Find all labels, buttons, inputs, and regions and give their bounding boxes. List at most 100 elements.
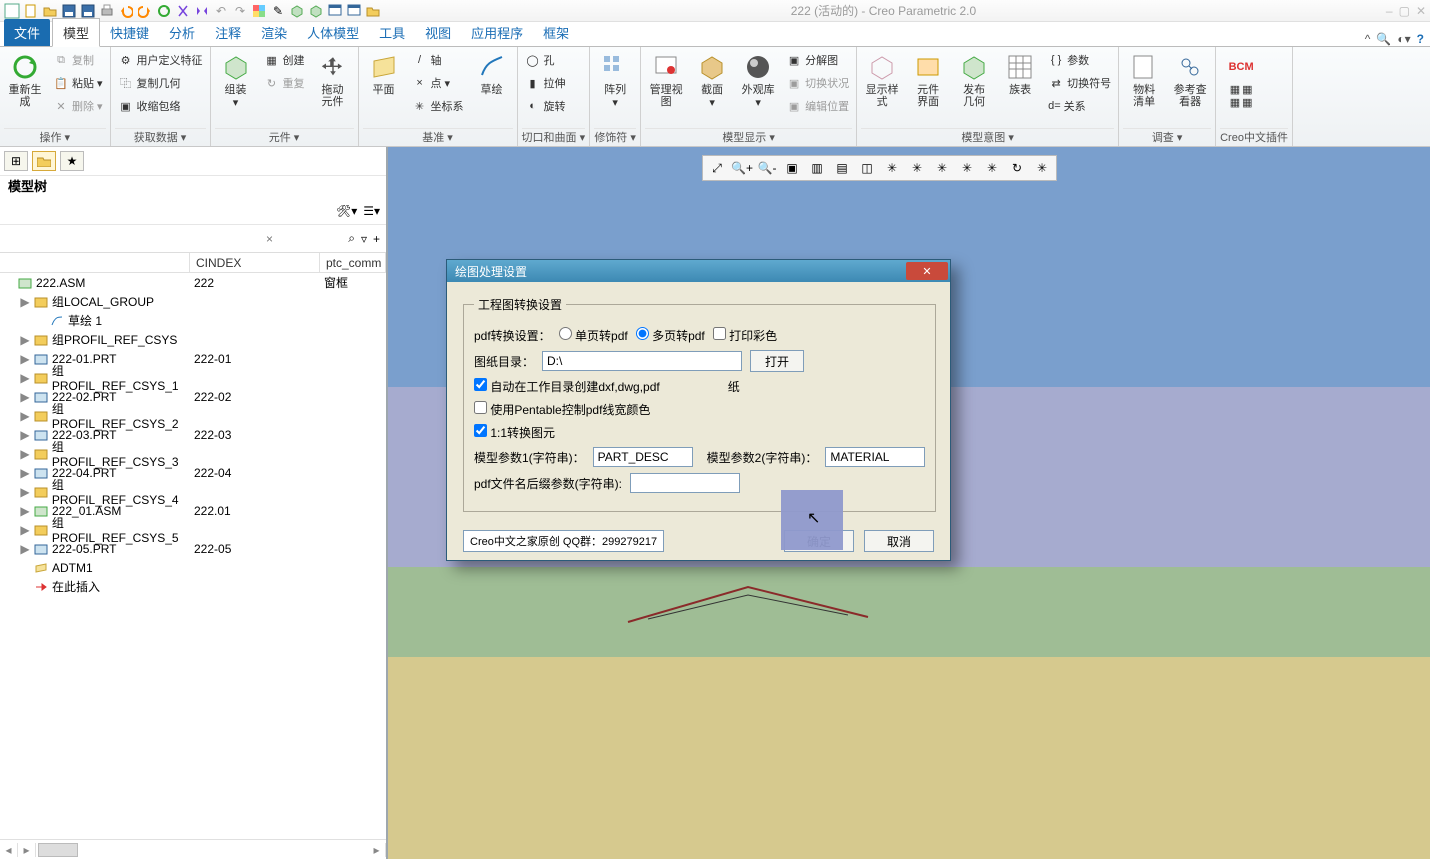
datum-point-icon[interactable]: ✳: [930, 157, 954, 179]
tree-filter-icon[interactable]: ▿: [361, 232, 367, 246]
spin-icon[interactable]: ↻: [1005, 157, 1029, 179]
check-print-color[interactable]: 打印彩色: [713, 327, 777, 344]
csys-button[interactable]: ✳坐标系: [409, 95, 467, 117]
redo-icon[interactable]: [137, 3, 153, 19]
minimize-icon[interactable]: ‒: [1386, 4, 1393, 18]
paste-button[interactable]: 📋粘贴 ▾: [50, 72, 106, 94]
new-icon[interactable]: [23, 3, 39, 19]
appearance-button[interactable]: 外观库▾: [737, 49, 779, 109]
datum-axis-icon[interactable]: ✳: [905, 157, 929, 179]
tree-row[interactable]: ▶组PROFIL_REF_CSYS: [0, 330, 386, 349]
suffix-input[interactable]: [630, 473, 740, 493]
plane-button[interactable]: 平面: [363, 49, 405, 96]
axis-button[interactable]: /轴: [409, 49, 467, 71]
mirror-icon[interactable]: [194, 3, 210, 19]
copygeom-button[interactable]: ⿻复制几何: [115, 72, 206, 94]
tab-view[interactable]: 视图: [415, 19, 461, 46]
cancel-button[interactable]: 取消: [864, 530, 934, 552]
annot-icon[interactable]: ✳: [980, 157, 1004, 179]
create-button[interactable]: ▦创建: [261, 49, 308, 71]
section-button[interactable]: 截面▾: [691, 49, 733, 109]
tree-row[interactable]: 在此插入: [0, 577, 386, 596]
check-pentable[interactable]: 使用Pentable控制pdf线宽颜色: [474, 401, 650, 418]
undo-icon[interactable]: [118, 3, 134, 19]
tree-tab-1[interactable]: ⊞: [4, 151, 28, 171]
window-close-icon[interactable]: [346, 3, 362, 19]
tree-row[interactable]: ▶组PROFIL_REF_CSYS_5: [0, 520, 386, 539]
compif-button[interactable]: 元件 界面: [907, 49, 949, 108]
tree-tab-2[interactable]: [32, 151, 56, 171]
save2-icon[interactable]: [80, 3, 96, 19]
save-icon[interactable]: [61, 3, 77, 19]
radio-multi-pdf[interactable]: 多页转pdf: [636, 327, 705, 344]
print-icon[interactable]: [99, 3, 115, 19]
tree-row[interactable]: ▶组PROFIL_REF_CSYS_3: [0, 444, 386, 463]
maximize-icon[interactable]: ▢: [1399, 4, 1410, 18]
tree-scrollbar[interactable]: ◂▸ ▸: [0, 839, 386, 859]
tab-manikin[interactable]: 人体模型: [297, 19, 369, 46]
zoom-in-icon[interactable]: 🔍+: [730, 157, 754, 179]
tab-shortcut[interactable]: 快捷键: [100, 19, 159, 46]
cube1-icon[interactable]: [289, 3, 305, 19]
extrude-button[interactable]: ▮拉伸: [522, 72, 569, 94]
assemble-button[interactable]: 组装▾: [215, 49, 257, 109]
account-icon[interactable]: ◐▾: [1397, 32, 1410, 46]
tree-settings-icon[interactable]: 🛠▾: [336, 204, 357, 218]
revolve-button[interactable]: ◐旋转: [522, 95, 569, 117]
repaint-icon[interactable]: ▥: [805, 157, 829, 179]
tree-list[interactable]: 222.ASM222窗框▶组LOCAL_GROUP草绘 1▶组PROFIL_RE…: [0, 273, 386, 839]
tree-find-icon[interactable]: ⌕: [348, 231, 355, 246]
manageviews-button[interactable]: 管理视图: [645, 49, 687, 108]
named-view-icon[interactable]: ▤: [830, 157, 854, 179]
shrinkwrap-button[interactable]: ▣收缩包络: [115, 95, 206, 117]
cube2-icon[interactable]: [308, 3, 324, 19]
udf-button[interactable]: ⚙用户定义特征: [115, 49, 206, 71]
tree-row[interactable]: ▶组PROFIL_REF_CSYS_4: [0, 482, 386, 501]
cut-icon[interactable]: [175, 3, 191, 19]
tree-row[interactable]: ADTM1: [0, 558, 386, 577]
tab-model[interactable]: 模型: [52, 18, 100, 47]
tree-close-icon[interactable]: ×: [266, 232, 273, 246]
tree-row[interactable]: ▶组PROFIL_REF_CSYS_2: [0, 406, 386, 425]
tab-frame[interactable]: 框架: [533, 19, 579, 46]
drag-button[interactable]: 拖动 元件: [312, 49, 354, 108]
check-auto-create[interactable]: 自动在工作目录创建dxf,dwg,pdf: [474, 378, 660, 395]
param1-input[interactable]: [593, 447, 693, 467]
point-button[interactable]: ×点 ▾: [409, 72, 467, 94]
switchsym-button[interactable]: ⇄切换符号: [1045, 72, 1114, 94]
folder-new-icon[interactable]: [365, 3, 381, 19]
close-icon[interactable]: ✕: [1416, 4, 1426, 18]
tree-show-icon[interactable]: ☰▾: [363, 204, 380, 218]
dialog-close-button[interactable]: ✕: [906, 262, 948, 280]
check-1to1[interactable]: 1:1转换图元: [474, 424, 555, 441]
help-icon[interactable]: ?: [1417, 32, 1424, 46]
tree-row[interactable]: ▶222-05.PRT222-05: [0, 539, 386, 558]
color-icon[interactable]: [251, 3, 267, 19]
tree-add-icon[interactable]: +: [373, 232, 380, 246]
pubgeom-button[interactable]: 发布 几何: [953, 49, 995, 108]
tree-tab-3[interactable]: ★: [60, 151, 84, 171]
refit-icon[interactable]: ▣: [780, 157, 804, 179]
graphics-area[interactable]: ⤢ 🔍+ 🔍- ▣ ▥ ▤ ◫ ✳ ✳ ✳ ✳ ✳ ↻ ✳ 绘图处理设置 ✕: [388, 147, 1430, 859]
tab-render[interactable]: 渲染: [251, 19, 297, 46]
tree-row[interactable]: ▶组LOCAL_GROUP: [0, 292, 386, 311]
dispstyle-button[interactable]: 显示样 式: [861, 49, 903, 108]
tab-file[interactable]: 文件: [4, 19, 50, 46]
tree-row[interactable]: ▶组PROFIL_REF_CSYS_1: [0, 368, 386, 387]
pattern-button[interactable]: 阵列▾: [594, 49, 636, 109]
param-button[interactable]: { }参数: [1045, 49, 1114, 71]
tab-analysis[interactable]: 分析: [159, 19, 205, 46]
dialog-titlebar[interactable]: 绘图处理设置 ✕: [447, 260, 950, 282]
relation-button[interactable]: d=关系: [1045, 95, 1114, 117]
tree-row[interactable]: 草绘 1: [0, 311, 386, 330]
param2-input[interactable]: [825, 447, 925, 467]
datum-plane-icon[interactable]: ✳: [880, 157, 904, 179]
open-dir-button[interactable]: 打开: [750, 350, 804, 372]
light-icon[interactable]: ✳: [1030, 157, 1054, 179]
tab-apps[interactable]: 应用程序: [461, 19, 533, 46]
explode-button[interactable]: ▣分解图: [783, 49, 852, 71]
family-button[interactable]: 族表: [999, 49, 1041, 96]
zoom-fit-icon[interactable]: ⤢: [705, 157, 729, 179]
hole-button[interactable]: ◯孔: [522, 49, 569, 71]
bom-button[interactable]: 物料 清单: [1123, 49, 1165, 108]
